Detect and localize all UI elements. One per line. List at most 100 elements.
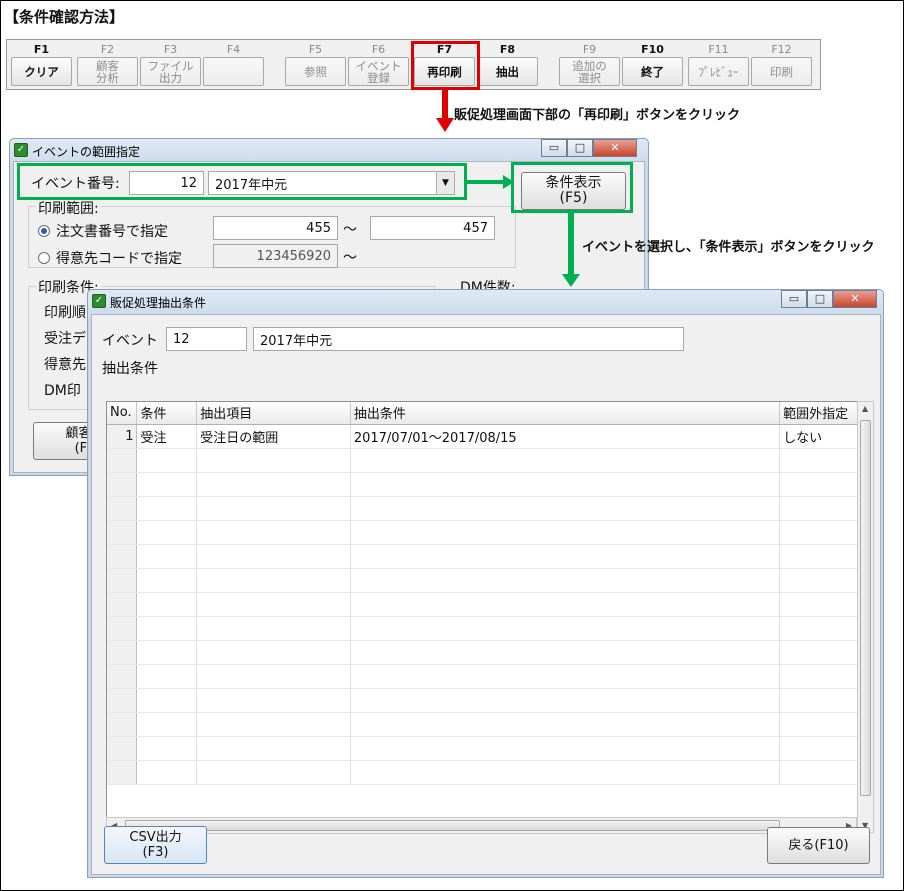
table-cell[interactable] bbox=[196, 688, 351, 713]
table-cell[interactable] bbox=[350, 496, 781, 521]
table-cell[interactable] bbox=[136, 760, 198, 785]
table-cell[interactable] bbox=[136, 472, 198, 497]
table-cell[interactable] bbox=[136, 520, 198, 545]
table-cell[interactable] bbox=[350, 592, 781, 617]
back-button[interactable]: 戻る(F10) bbox=[767, 827, 870, 864]
maximize-icon[interactable]: □ bbox=[567, 139, 593, 157]
table-cell[interactable] bbox=[107, 568, 138, 593]
table-cell[interactable]: 1 bbox=[107, 424, 138, 449]
table-cell[interactable] bbox=[779, 736, 870, 761]
table-cell[interactable] bbox=[196, 472, 351, 497]
table-cell[interactable] bbox=[779, 520, 870, 545]
conditions-grid[interactable]: No. 条件 抽出項目 抽出条件 範囲外指定 1 受注 受注日の範囲 2017/07/01〜2… bbox=[106, 401, 871, 833]
table-cell[interactable] bbox=[107, 712, 138, 737]
table-cell[interactable] bbox=[107, 640, 138, 665]
minimize-icon[interactable]: ▭ bbox=[781, 290, 807, 308]
table-cell[interactable] bbox=[196, 760, 351, 785]
table-row[interactable] bbox=[107, 592, 870, 617]
table-cell[interactable] bbox=[196, 520, 351, 545]
table-cell[interactable] bbox=[779, 448, 870, 473]
table-cell[interactable] bbox=[350, 712, 781, 737]
table-cell[interactable] bbox=[136, 448, 198, 473]
maximize-icon[interactable]: □ bbox=[807, 290, 833, 308]
table-cell[interactable] bbox=[136, 544, 198, 569]
table-row[interactable] bbox=[107, 640, 870, 665]
horizontal-scroll-thumb[interactable] bbox=[125, 820, 780, 831]
table-cell[interactable] bbox=[779, 760, 870, 785]
table-cell[interactable] bbox=[196, 568, 351, 593]
table-row[interactable] bbox=[107, 568, 870, 593]
table-cell[interactable] bbox=[196, 736, 351, 761]
table-cell[interactable] bbox=[136, 664, 198, 689]
table-cell[interactable] bbox=[779, 712, 870, 737]
table-cell[interactable] bbox=[107, 544, 138, 569]
table-cell[interactable] bbox=[107, 688, 138, 713]
table-cell[interactable] bbox=[196, 664, 351, 689]
table-cell[interactable] bbox=[196, 712, 351, 737]
table-cell[interactable] bbox=[350, 688, 781, 713]
table-cell[interactable] bbox=[196, 616, 351, 641]
table-cell[interactable] bbox=[779, 544, 870, 569]
table-cell[interactable] bbox=[107, 664, 138, 689]
table-cell[interactable] bbox=[196, 448, 351, 473]
table-cell[interactable] bbox=[196, 640, 351, 665]
table-cell[interactable] bbox=[196, 544, 351, 569]
vertical-scrollbar[interactable]: ▲ ▼ bbox=[857, 401, 874, 833]
order-from-field[interactable]: 455 bbox=[213, 216, 338, 240]
horizontal-scrollbar[interactable]: ◀ ▶ bbox=[106, 817, 857, 834]
table-cell[interactable] bbox=[107, 736, 138, 761]
table-row[interactable] bbox=[107, 712, 870, 737]
column-header[interactable]: 範囲外指定 bbox=[779, 402, 870, 425]
table-cell[interactable] bbox=[107, 760, 138, 785]
table-row[interactable] bbox=[107, 448, 870, 473]
csv-export-button[interactable]: CSV出力 (F3) bbox=[104, 826, 207, 864]
table-cell[interactable] bbox=[350, 472, 781, 497]
table-cell[interactable] bbox=[107, 592, 138, 617]
table-row[interactable] bbox=[107, 688, 870, 713]
table-cell[interactable] bbox=[779, 664, 870, 689]
table-cell[interactable] bbox=[350, 736, 781, 761]
table-cell[interactable] bbox=[350, 568, 781, 593]
column-header[interactable]: 抽出条件 bbox=[350, 402, 781, 425]
table-cell[interactable] bbox=[350, 520, 781, 545]
table-cell[interactable] bbox=[196, 496, 351, 521]
table-cell[interactable] bbox=[136, 616, 198, 641]
customer-code-radio[interactable] bbox=[38, 252, 50, 264]
table-cell[interactable]: 受注日の範囲 bbox=[196, 424, 351, 449]
table-cell[interactable] bbox=[107, 616, 138, 641]
table-row[interactable] bbox=[107, 616, 870, 641]
table-cell[interactable] bbox=[779, 568, 870, 593]
table-cell[interactable] bbox=[107, 448, 138, 473]
table-cell[interactable] bbox=[136, 592, 198, 617]
table-row[interactable] bbox=[107, 472, 870, 497]
table-cell[interactable] bbox=[350, 640, 781, 665]
table-row[interactable] bbox=[107, 736, 870, 761]
table-cell[interactable] bbox=[136, 568, 198, 593]
fkey-button-f8[interactable]: 抽出 bbox=[477, 57, 538, 86]
fkey-button-f10[interactable]: 終了 bbox=[622, 57, 683, 86]
scroll-up-icon[interactable]: ▲ bbox=[862, 404, 868, 413]
column-header[interactable]: 条件 bbox=[136, 402, 198, 425]
table-cell[interactable] bbox=[136, 640, 198, 665]
column-header[interactable]: No. bbox=[107, 402, 138, 425]
table-cell[interactable] bbox=[779, 640, 870, 665]
table-cell[interactable] bbox=[779, 592, 870, 617]
table-row[interactable]: 1 受注 受注日の範囲 2017/07/01〜2017/08/15 しない bbox=[107, 424, 870, 449]
table-cell[interactable] bbox=[350, 664, 781, 689]
table-row[interactable] bbox=[107, 520, 870, 545]
table-cell[interactable] bbox=[107, 472, 138, 497]
vertical-scroll-thumb[interactable] bbox=[860, 420, 871, 796]
table-cell[interactable] bbox=[136, 688, 198, 713]
table-cell[interactable] bbox=[779, 472, 870, 497]
table-row[interactable] bbox=[107, 496, 870, 521]
close-icon[interactable]: ✕ bbox=[593, 139, 637, 157]
close-icon[interactable]: ✕ bbox=[833, 290, 877, 308]
table-cell[interactable] bbox=[350, 448, 781, 473]
table-cell[interactable] bbox=[136, 736, 198, 761]
table-cell[interactable] bbox=[350, 616, 781, 641]
table-row[interactable] bbox=[107, 760, 870, 785]
table-cell[interactable]: しない bbox=[779, 424, 870, 449]
table-row[interactable] bbox=[107, 544, 870, 569]
table-cell[interactable]: 受注 bbox=[136, 424, 198, 449]
table-cell[interactable] bbox=[136, 496, 198, 521]
